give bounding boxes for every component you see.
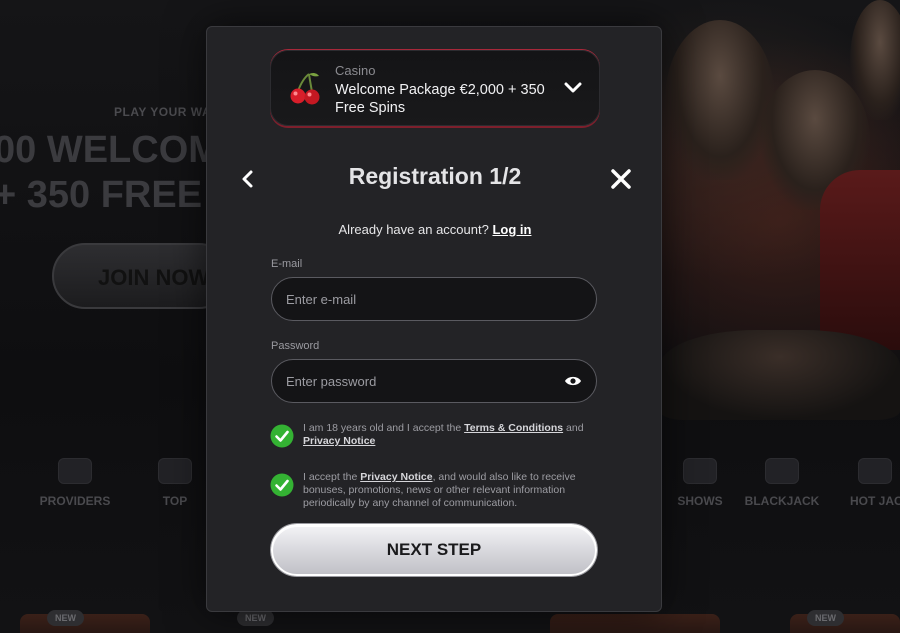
join-now-label: JOIN NOW [98, 265, 210, 290]
cherry-icon [290, 72, 320, 105]
login-link[interactable]: Log in [492, 222, 531, 237]
privacy-notice-link[interactable]: Privacy Notice [303, 435, 375, 447]
marketing-consent-checkbox[interactable] [270, 473, 294, 497]
category-label: HOT JACKPOTS [850, 494, 900, 508]
chevron-down-icon[interactable] [564, 81, 582, 95]
category-label: SHOWS [677, 494, 723, 508]
bonus-title: Welcome Package €2,000 + 350 Free Spins [335, 82, 545, 116]
email-field[interactable] [271, 277, 597, 321]
category-label: BLACKJACK [744, 494, 820, 508]
providers-icon [58, 458, 92, 484]
hot-jackpots-icon [858, 458, 892, 484]
new-badge: NEW [47, 610, 84, 626]
marketing-consent-text: I accept the Privacy Notice, and would a… [303, 471, 603, 510]
category-shows[interactable]: SHOWS [655, 452, 745, 522]
login-prompt-text: Already have an account? [338, 222, 489, 237]
age-consent-text-and: and [563, 422, 584, 434]
background-man-image [850, 0, 900, 120]
login-prompt: Already have an account? Log in [207, 222, 663, 237]
bonus-category: Casino [335, 63, 376, 78]
hero-headline: 00 WELCOME + 350 FREE [0, 128, 214, 218]
hero-headline-line2: + 350 FREE [0, 174, 203, 216]
modal-title: Registration 1/2 [348, 163, 522, 189]
hero-tagline: PLAY YOUR WAY [114, 105, 219, 119]
background-table-image [660, 330, 900, 420]
close-icon[interactable] [610, 168, 632, 190]
category-providers[interactable]: PROVIDERS [30, 452, 120, 522]
shows-icon [683, 458, 717, 484]
show-password-icon[interactable] [564, 374, 582, 388]
password-field[interactable] [271, 359, 597, 403]
privacy-notice-link[interactable]: Privacy Notice [360, 471, 432, 483]
new-badge: NEW [807, 610, 844, 626]
category-blackjack[interactable]: BLACKJACK [737, 452, 827, 522]
age-consent-text-start: I am 18 years old and I accept the [303, 422, 465, 434]
email-input[interactable] [286, 278, 556, 320]
terms-conditions-link[interactable]: Terms & Conditions [464, 422, 563, 434]
marketing-consent-text-start: I accept the [303, 471, 361, 483]
category-label: PROVIDERS [39, 494, 111, 508]
blackjack-icon [765, 458, 799, 484]
join-now-button[interactable]: JOIN NOW [52, 243, 232, 309]
registration-modal: Casino Welcome Package €2,000 + 350 Free… [206, 26, 662, 612]
password-label: Password [271, 340, 320, 352]
game-thumbnail[interactable] [20, 614, 150, 633]
top-icon [158, 458, 192, 484]
hero-headline-line1: 00 WELCOME [0, 129, 214, 171]
bonus-selector[interactable]: Casino Welcome Package €2,000 + 350 Free… [270, 50, 600, 126]
age-consent-checkbox[interactable] [270, 424, 294, 448]
game-thumbnail[interactable] [550, 614, 720, 633]
next-step-button[interactable]: NEXT STEP [271, 524, 597, 576]
background-suit-image [820, 170, 900, 350]
age-consent-text: I am 18 years old and I accept the Terms… [303, 422, 603, 448]
background-woman-image [665, 20, 775, 180]
email-label: E-mail [271, 258, 303, 270]
new-badge: NEW [237, 610, 274, 626]
password-input[interactable] [286, 360, 556, 402]
category-hot-jackpots[interactable]: HOT JACKPOTS [850, 452, 900, 522]
